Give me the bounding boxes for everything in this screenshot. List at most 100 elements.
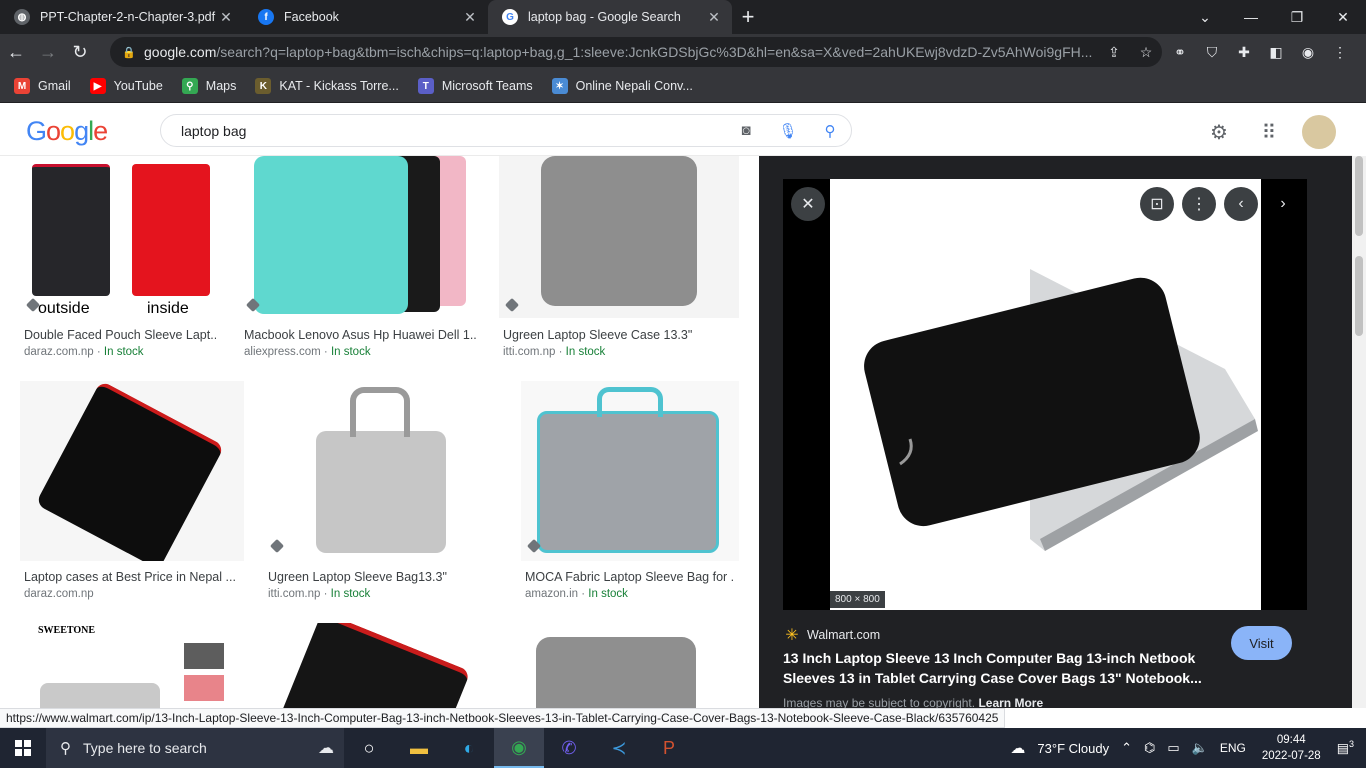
result-thumbnail[interactable] <box>20 381 244 561</box>
clock[interactable]: 09:44 2022-07-28 <box>1262 732 1321 764</box>
weather-text[interactable]: 73°F Cloudy <box>1037 741 1109 756</box>
profile-avatar[interactable]: ◉ <box>1292 44 1324 61</box>
teams-icon: T <box>417 78 434 94</box>
forward-icon[interactable]: → <box>32 37 64 67</box>
previous-image-icon[interactable]: ‹ <box>1224 187 1258 221</box>
more-options-icon[interactable]: ⋮ <box>1182 187 1216 221</box>
result-thumbnail[interactable] <box>521 381 739 561</box>
close-window-icon[interactable]: ✕ <box>1320 0 1366 34</box>
result-thumbnail[interactable]: SWEETONE <box>20 623 244 708</box>
result-card[interactable]: MOCA Fabric Laptop Sleeve Bag for ... am… <box>521 381 739 601</box>
visit-button[interactable]: Visit <box>1231 626 1292 660</box>
result-title[interactable]: Macbook Lenovo Asus Hp Huawei Dell 1... <box>244 328 476 342</box>
reload-icon[interactable]: ↻ <box>64 37 96 67</box>
result-card[interactable]: Ugreen Laptop Sleeve Bag13.3" itti.com.n… <box>264 381 501 601</box>
search-icon[interactable]: ⚲ <box>809 122 851 140</box>
page-scrollbar[interactable] <box>1352 156 1366 708</box>
powerpoint-icon[interactable]: P <box>644 728 694 768</box>
language-indicator[interactable]: ENG <box>1220 741 1246 755</box>
google-logo[interactable]: Google <box>26 116 108 147</box>
result-card[interactable]: SWEETONE <box>20 623 244 708</box>
shield-icon[interactable]: ⛉ <box>1196 44 1228 61</box>
preview-source[interactable]: ✳ Walmart.com <box>783 626 880 644</box>
task-view-icon[interactable]: ○ <box>344 728 394 768</box>
price-tag-icon <box>269 538 285 554</box>
result-thumbnail[interactable] <box>494 623 739 708</box>
close-tab-icon[interactable]: ✕ <box>462 9 478 26</box>
result-card[interactable]: Macbook Lenovo Asus Hp Huawei Dell 1... … <box>240 156 480 358</box>
next-image-icon[interactable]: › <box>1266 187 1300 221</box>
image-preview-panel: ✕ ⊡ ⋮ ‹ › 800 × 800 ✳ Walmart.com 13 Inc… <box>759 156 1352 710</box>
lock-icon[interactable]: 🔒 <box>122 46 136 59</box>
result-title[interactable]: Double Faced Pouch Sleeve Lapt... <box>24 328 216 342</box>
chevron-up-icon[interactable]: ⌃ <box>1121 740 1132 756</box>
close-tab-icon[interactable]: ✕ <box>218 9 234 26</box>
result-card[interactable]: Laptop cases at Best Price in Nepal ... … <box>20 381 244 601</box>
result-title[interactable]: Ugreen Laptop Sleeve Case 13.3" <box>503 328 735 342</box>
close-tab-icon[interactable]: ✕ <box>706 9 722 26</box>
close-preview-icon[interactable]: ✕ <box>791 187 825 221</box>
viber-icon[interactable]: ✆ <box>544 728 594 768</box>
restore-icon[interactable]: ❐ <box>1274 0 1320 34</box>
bookmark-maps[interactable]: ⚲ Maps <box>181 78 236 94</box>
windows-start-icon[interactable] <box>0 728 46 768</box>
puzzle-icon[interactable]: ✚ <box>1228 44 1260 61</box>
result-thumbnail[interactable] <box>499 156 739 318</box>
result-card[interactable] <box>494 623 739 708</box>
bookmark-teams[interactable]: T Microsoft Teams <box>417 78 533 94</box>
side-panel-icon[interactable]: ◧ <box>1260 44 1292 61</box>
settings-gear-icon[interactable]: ⚙ <box>1194 120 1244 145</box>
price-tag-icon <box>504 297 520 313</box>
camera-icon[interactable]: ◙ <box>725 122 767 139</box>
address-bar[interactable]: 🔒 google.com/search?q=laptop+bag&tbm=isc… <box>110 37 1162 67</box>
apps-grid-icon[interactable]: ⠿ <box>1244 120 1294 145</box>
battery-icon[interactable]: ▭ <box>1167 740 1179 756</box>
chrome-icon[interactable]: ◉ <box>494 728 544 768</box>
edge-icon[interactable]: ◐ <box>444 728 494 768</box>
network-icon[interactable]: ⌬ <box>1144 740 1155 756</box>
bookmark-star-icon[interactable]: ☆ <box>1130 44 1162 61</box>
mic-icon[interactable]: 🎙 <box>767 122 809 140</box>
laptop-sleeve-image <box>864 269 1258 551</box>
taskbar-search[interactable]: ⚲ Type here to search ☁ <box>46 728 344 768</box>
tab-title: laptop bag - Google Search <box>528 10 681 24</box>
result-title[interactable]: Ugreen Laptop Sleeve Bag13.3" <box>268 570 497 584</box>
preview-title[interactable]: 13 Inch Laptop Sleeve 13 Inch Computer B… <box>783 648 1203 688</box>
result-thumbnail[interactable]: outside inside <box>20 156 220 318</box>
result-thumbnail[interactable] <box>264 381 501 561</box>
search-box[interactable]: laptop bag ◙ 🎙 ⚲ <box>160 114 852 147</box>
file-explorer-icon[interactable]: ▬ <box>394 728 444 768</box>
scrollbar-thumb[interactable] <box>1355 256 1363 336</box>
tab-pdf[interactable]: ◍ PPT-Chapter-2-n-Chapter-3.pdf ✕ <box>0 0 244 34</box>
back-icon[interactable]: ← <box>0 37 32 67</box>
vscode-icon[interactable]: ≺ <box>594 728 644 768</box>
result-card[interactable]: Ugreen Laptop Sleeve Case 13.3" itti.com… <box>499 156 739 358</box>
menu-icon[interactable]: ⋮ <box>1324 44 1356 61</box>
volume-icon[interactable]: 🔈 <box>1192 740 1208 756</box>
result-card[interactable] <box>264 623 474 708</box>
account-avatar[interactable] <box>1302 115 1336 149</box>
new-tab-button[interactable]: + <box>734 0 762 34</box>
bookmark-nepali[interactable]: ✶ Online Nepali Conv... <box>551 78 693 94</box>
bookmark-gmail[interactable]: M Gmail <box>14 78 71 94</box>
result-title[interactable]: Laptop cases at Best Price in Nepal ... <box>24 570 240 584</box>
extension-icon[interactable]: ⚭ <box>1164 44 1196 61</box>
search-input[interactable]: laptop bag <box>181 123 725 139</box>
url-text[interactable]: google.com/search?q=laptop+bag&tbm=isch&… <box>144 44 1098 60</box>
preview-image[interactable] <box>830 179 1261 610</box>
tab-google-search[interactable]: G laptop bag - Google Search ✕ <box>488 0 732 34</box>
bookmark-kat[interactable]: K KAT - Kickass Torre... <box>255 78 399 94</box>
tab-search-icon[interactable]: ⌄ <box>1182 0 1228 34</box>
result-title[interactable]: MOCA Fabric Laptop Sleeve Bag for ... <box>525 570 735 584</box>
result-card[interactable]: outside inside Double Faced Pouch Sleeve… <box>20 156 220 358</box>
result-thumbnail[interactable] <box>240 156 479 318</box>
bookmark-youtube[interactable]: ▶ YouTube <box>89 78 163 94</box>
tab-facebook[interactable]: f Facebook ✕ <box>244 0 488 34</box>
minimize-icon[interactable]: — <box>1228 0 1274 34</box>
notifications-icon[interactable]: ▤3 <box>1337 739 1354 756</box>
result-thumbnail[interactable] <box>264 623 474 708</box>
share-icon[interactable]: ⇪ <box>1098 44 1130 61</box>
scrollbar-thumb[interactable] <box>1355 156 1363 236</box>
bookmarks-bar: M Gmail ▶ YouTube ⚲ Maps K KAT - Kickass Tor… <box>0 70 1366 103</box>
lens-icon[interactable]: ⊡ <box>1140 187 1174 221</box>
